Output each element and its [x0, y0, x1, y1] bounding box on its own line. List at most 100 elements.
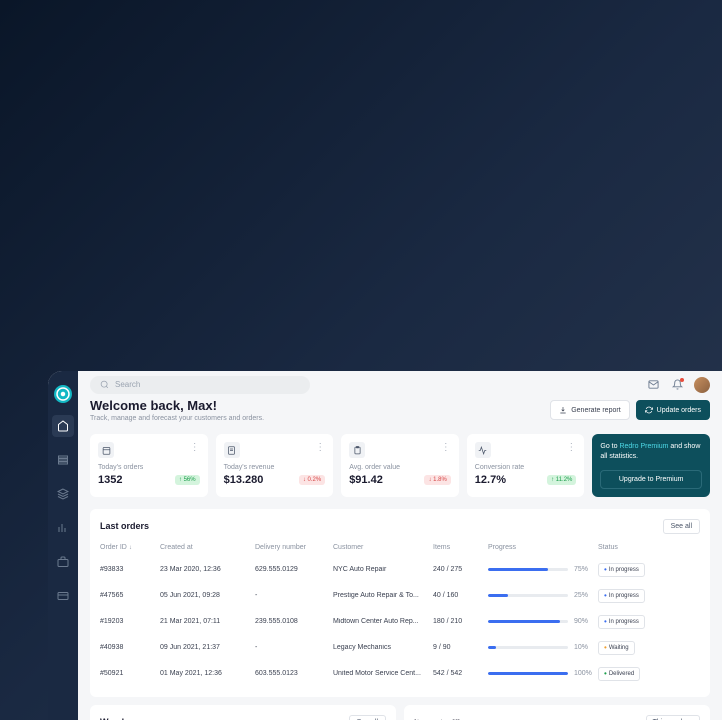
stat-label: Avg. order value — [349, 464, 451, 471]
premium-text: Go to Redro Premium and show all statist… — [600, 442, 702, 462]
page-title: Welcome back, Max! — [90, 398, 550, 413]
traffic-dropdown[interactable]: This week⌄ — [646, 715, 700, 720]
cell-items: 9 / 90 — [433, 644, 488, 651]
cell-date: 05 Jun 2021, 09:28 — [160, 592, 255, 599]
stats-row: ⋮ Today's orders 1352 ↑ 56% ⋮ Today's re… — [90, 434, 710, 497]
home-icon — [57, 420, 69, 432]
stat-menu-button[interactable]: ⋮ — [441, 442, 451, 453]
stat-card-avg: ⋮ Avg. order value $91.42 ↓ 1.8% — [341, 434, 459, 497]
cell-status: In progress — [598, 563, 663, 577]
logo-icon — [54, 385, 72, 403]
cell-customer: Legacy Mechanics — [333, 644, 433, 651]
sort-icon: ↓ — [129, 545, 132, 551]
see-all-button[interactable]: See all — [663, 519, 700, 534]
stat-menu-button[interactable]: ⋮ — [566, 442, 576, 453]
topbar: Search — [78, 371, 722, 398]
cell-delivery: 239.555.0108 — [255, 618, 333, 625]
col-header-customer[interactable]: Customer — [333, 544, 433, 551]
cell-items: 180 / 210 — [433, 618, 488, 625]
cell-customer: Midtown Center Auto Rep... — [333, 618, 433, 625]
stat-badge: ↓ 0.2% — [299, 475, 325, 485]
col-header-progress[interactable]: Progress — [488, 544, 598, 551]
sidebar-item-card[interactable] — [52, 585, 74, 607]
sidebar-item-reports[interactable] — [52, 517, 74, 539]
stat-menu-button[interactable]: ⋮ — [190, 442, 200, 453]
search-placeholder: Search — [115, 380, 140, 389]
table-header: Order ID↓ Created at Delivery number Cus… — [100, 544, 700, 557]
cell-delivery: - — [255, 592, 333, 599]
cell-customer: Prestige Auto Repair & To... — [333, 592, 433, 599]
orders-table: Order ID↓ Created at Delivery number Cus… — [100, 544, 700, 687]
stat-menu-button[interactable]: ⋮ — [315, 442, 325, 453]
layers-icon — [57, 454, 69, 466]
table-row[interactable]: #5092101 May 2021, 12:36603.555.0123Unit… — [100, 661, 700, 687]
cell-date: 09 Jun 2021, 21:37 — [160, 644, 255, 651]
stat-value: $91.42 — [349, 474, 383, 486]
sidebar-item-briefcase[interactable] — [52, 551, 74, 573]
col-header-items[interactable]: Items — [433, 544, 488, 551]
col-header-status[interactable]: Status — [598, 544, 663, 551]
panel-title: Last orders — [100, 521, 149, 531]
stat-label: Today's orders — [98, 464, 200, 471]
page-subtitle: Track, manage and forecast your customer… — [90, 415, 550, 422]
cell-progress: 75% — [488, 566, 598, 573]
stat-icon — [98, 442, 114, 458]
notification-button[interactable] — [670, 378, 684, 392]
update-orders-button[interactable]: Update orders — [636, 400, 710, 420]
sidebar-item-package[interactable] — [52, 483, 74, 505]
stat-badge: ↑ 56% — [175, 475, 200, 485]
calendar-icon — [102, 446, 111, 455]
stat-badge: ↑ 11.2% — [547, 475, 576, 485]
stat-label: Conversion rate — [475, 464, 577, 471]
premium-link[interactable]: Redro Premium — [619, 443, 668, 450]
generate-report-button[interactable]: Generate report — [550, 400, 629, 420]
cell-date: 23 Mar 2020, 12:36 — [160, 566, 255, 573]
refresh-icon — [645, 406, 653, 414]
table-row[interactable]: #1920321 Mar 2021, 07:11239.555.0108Midt… — [100, 609, 700, 635]
receipt-icon — [227, 446, 236, 455]
app-window: Search Welcome back, Max! Track, manage … — [48, 371, 722, 720]
premium-card: Go to Redro Premium and show all statist… — [592, 434, 710, 497]
cell-delivery: 603.555.0123 — [255, 670, 333, 677]
topbar-right — [646, 377, 710, 393]
header-actions: Generate report Update orders — [550, 400, 710, 420]
sidebar-item-inbox[interactable] — [52, 449, 74, 471]
last-orders-panel: Last orders See all Order ID↓ Created at… — [90, 509, 710, 697]
cell-progress: 10% — [488, 644, 598, 651]
col-header-created[interactable]: Created at — [160, 544, 255, 551]
content-area: Welcome back, Max! Track, manage and for… — [78, 398, 722, 720]
cell-items: 542 / 542 — [433, 670, 488, 677]
chart-icon — [57, 522, 69, 534]
card-icon — [57, 590, 69, 602]
cell-delivery: 629.555.0129 — [255, 566, 333, 573]
activity-icon — [478, 446, 487, 455]
cell-items: 240 / 275 — [433, 566, 488, 573]
mail-button[interactable] — [646, 378, 660, 392]
download-icon — [559, 406, 567, 414]
col-header-id[interactable]: Order ID↓ — [100, 544, 160, 551]
cell-items: 40 / 160 — [433, 592, 488, 599]
panel-header: Last orders See all — [100, 519, 700, 534]
warehouse-panel: Warehouse See all — [90, 705, 396, 720]
table-row[interactable]: #4756505 Jun 2021, 09:28-Prestige Auto R… — [100, 583, 700, 609]
col-header-delivery[interactable]: Delivery number — [255, 544, 333, 551]
app-logo[interactable] — [54, 385, 72, 403]
warehouse-see-all-button[interactable]: See all — [349, 715, 386, 720]
sidebar-item-home[interactable] — [52, 415, 74, 437]
cell-progress: 100% — [488, 670, 598, 677]
briefcase-icon — [57, 556, 69, 568]
table-row[interactable]: #9383323 Mar 2020, 12:36629.555.0129NYC … — [100, 557, 700, 583]
stat-icon — [224, 442, 240, 458]
upgrade-premium-button[interactable]: Upgrade to Premium — [600, 470, 702, 489]
package-icon — [57, 488, 69, 500]
cell-date: 21 Mar 2021, 07:11 — [160, 618, 255, 625]
user-avatar[interactable] — [694, 377, 710, 393]
cell-customer: United Motor Service Cent... — [333, 670, 433, 677]
cell-id: #50921 — [100, 670, 160, 677]
stat-card-conversion: ⋮ Conversion rate 12.7% ↑ 11.2% — [467, 434, 585, 497]
search-input[interactable]: Search — [90, 376, 310, 394]
table-row[interactable]: #4093809 Jun 2021, 21:37-Legacy Mechanic… — [100, 635, 700, 661]
cell-status: In progress — [598, 589, 663, 603]
traffic-panel: Items traffic This week⌄ — [404, 705, 710, 720]
cell-status: In progress — [598, 615, 663, 629]
